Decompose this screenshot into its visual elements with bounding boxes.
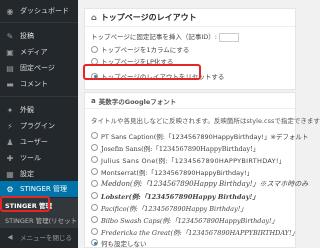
- font-option[interactable]: Pacifico(例:「1234567890Happy Birthday!」: [91, 202, 247, 213]
- font-label: Julius Sans One(例:「1234567890HAPPYBIRTHD…: [101, 156, 286, 165]
- menu-stinger[interactable]: ⚙ STINGER 管理: [0, 181, 78, 197]
- dashboard-icon: ◉: [6, 6, 14, 16]
- font-option[interactable]: PT Sans Caption(例:「1234567890HappyBirthd…: [91, 130, 308, 141]
- font-option[interactable]: Bilbo Swash Caps(例:「1234567890HappyBirth…: [91, 214, 278, 225]
- panel-title: トップページのレイアウト: [100, 13, 197, 22]
- menu-label: ユーザー: [20, 138, 48, 146]
- menu-settings[interactable]: ▦ 設定: [0, 166, 78, 182]
- highlight-box: [0, 196, 50, 212]
- menu-dashboard[interactable]: ◉ ダッシュボード: [0, 3, 78, 19]
- fixed-post-row: トップページに固定記事を挿入（記事ID）:: [91, 31, 239, 42]
- menu-label: プラグイン: [20, 122, 55, 130]
- option-label: トップページを1カラムにする: [101, 46, 190, 54]
- collapse-label: メニューを閉じる: [20, 234, 72, 242]
- comment-icon: ▬: [6, 79, 14, 89]
- gear-icon: ⚙: [6, 184, 14, 194]
- menu-appearance[interactable]: ✦ 外観: [0, 102, 78, 118]
- font-option[interactable]: 何も設定しない: [91, 237, 147, 248]
- menu-separator: [0, 96, 78, 97]
- font-label: Fredericka the Great(例:「1234567890HAPPYB…: [101, 228, 299, 237]
- font-option[interactable]: Fredericka the Great(例:「1234567890HAPPYB…: [91, 226, 298, 237]
- plugin-icon: ⚡: [7, 121, 13, 131]
- menu-separator: [0, 22, 78, 23]
- font-label: Meddon(例:「1234567890Happy Birthday!」※スマホ…: [101, 179, 309, 188]
- font-option[interactable]: Lobster(例:「1234567890Happy Birthday!」: [91, 190, 259, 201]
- font-label: Lobster(例:「1234567890Happy Birthday!」: [101, 192, 259, 201]
- main-content: ⌂ トップページのレイアウト トップページに固定記事を挿入（記事ID）: トップペ…: [78, 0, 320, 248]
- pin-icon: ✎: [6, 31, 14, 41]
- menu-label: 投稿: [20, 32, 34, 40]
- font-option[interactable]: Josefin Sans(例:「1234567890HappyBirthday!…: [91, 142, 259, 153]
- text-icon: a: [91, 96, 96, 105]
- users-icon: ♟: [6, 137, 14, 147]
- menu-label: ツール: [20, 154, 41, 162]
- font-option[interactable]: Montserrat(例:「1234567890HappyBirthday!」: [91, 166, 253, 177]
- menu-media[interactable]: ▣ メディア: [0, 44, 78, 60]
- menu-tools[interactable]: ✚ ツール: [0, 150, 78, 166]
- home-icon: ⌂: [91, 13, 97, 22]
- font-label: Pacifico(例:「1234567890Happy Birthday!」: [101, 204, 247, 213]
- settings-icon: ▦: [6, 169, 14, 179]
- font-description: タイトルや各見出しなどに反映されます。反映箇所はstyle.cssで指定できます: [91, 117, 320, 125]
- menu-comments[interactable]: ▬ コメント: [0, 76, 78, 92]
- radio-button[interactable]: [91, 180, 98, 187]
- menu-label: 設定: [20, 170, 34, 178]
- font-option[interactable]: Meddon(例:「1234567890Happy Birthday!」※スマホ…: [91, 178, 308, 189]
- appearance-icon: ✦: [6, 105, 14, 115]
- menu-label: コメント: [20, 80, 48, 88]
- font-label: Montserrat(例:「1234567890HappyBirthday!」: [101, 168, 254, 177]
- font-label: Bilbo Swash Caps(例:「1234567890HappyBirth…: [101, 216, 279, 225]
- radio-button[interactable]: [91, 216, 98, 223]
- panel-header: ⌂ トップページのレイアウト: [85, 9, 295, 27]
- radio-button[interactable]: [91, 192, 98, 199]
- highlight-box: [83, 64, 201, 80]
- menu-label: ダッシュボード: [20, 7, 69, 15]
- menu-label: 外観: [20, 106, 34, 114]
- menu-label: メディア: [20, 48, 48, 56]
- collapse-icon: ◀: [7, 233, 13, 241]
- media-icon: ▣: [6, 47, 14, 57]
- menu-plugins[interactable]: ⚡ プラグイン: [0, 118, 78, 134]
- collapse-menu-button[interactable]: ◀ メニューを閉じる: [0, 229, 78, 245]
- radio-button[interactable]: [91, 239, 98, 246]
- tools-icon: ✚: [6, 153, 14, 163]
- font-option[interactable]: Julius Sans One(例:「1234567890HAPPYBIRTHD…: [91, 154, 286, 165]
- radio-button[interactable]: [91, 132, 98, 139]
- font-label: PT Sans Caption(例:「1234567890HappyBirthd…: [101, 132, 309, 141]
- submenu-stinger-reset[interactable]: STINGER 管理(リセット: [5, 215, 77, 225]
- post-id-input[interactable]: [218, 32, 239, 42]
- radio-button[interactable]: [91, 144, 98, 151]
- fixed-post-label: トップページに固定記事を挿入（記事ID）:: [91, 33, 217, 41]
- google-font-panel: a 英数字のGoogleフォント タイトルや各見出しなどに反映されます。反映箇所は…: [84, 92, 320, 248]
- font-label: Josefin Sans(例:「1234567890HappyBirthday!…: [101, 144, 260, 153]
- font-label: 何も設定しない: [101, 239, 147, 248]
- radio-button[interactable]: [91, 168, 98, 175]
- menu-pages[interactable]: ▤ 固定ページ: [0, 60, 78, 76]
- radio-button[interactable]: [91, 228, 98, 235]
- menu-label: 固定ページ: [20, 64, 55, 72]
- menu-posts[interactable]: ✎ 投稿: [0, 28, 78, 44]
- page-icon: ▤: [6, 63, 14, 73]
- menu-label: STINGER 管理: [20, 185, 67, 193]
- menu-users[interactable]: ♟ ユーザー: [0, 134, 78, 150]
- panel-title: 英数字のGoogleフォント: [98, 97, 177, 106]
- radio-button[interactable]: [91, 45, 98, 53]
- panel-header: a 英数字のGoogleフォント: [85, 93, 295, 109]
- option-one-column[interactable]: トップページを1カラムにする: [91, 44, 189, 54]
- radio-button[interactable]: [91, 156, 98, 163]
- radio-button[interactable]: [91, 204, 98, 211]
